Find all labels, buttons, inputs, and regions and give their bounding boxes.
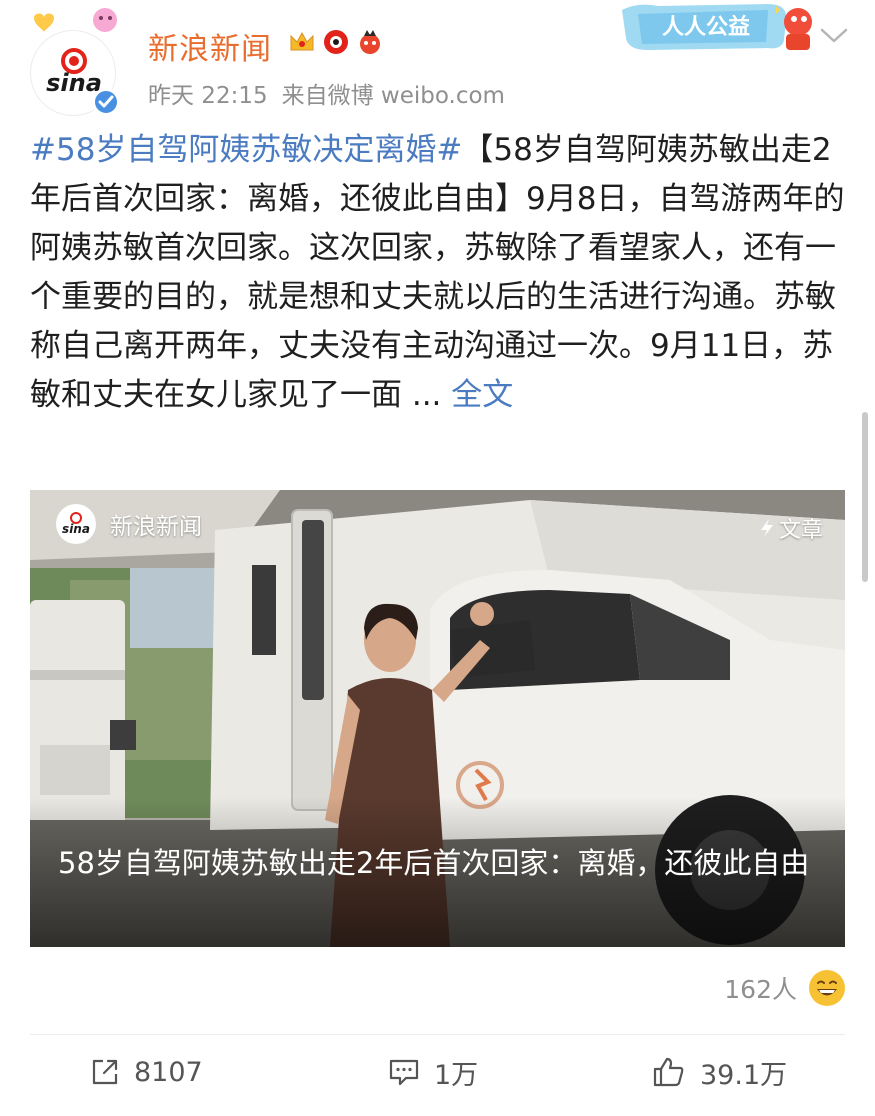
card-type: 文章: [759, 512, 823, 544]
charity-badge[interactable]: 人人公益: [618, 0, 818, 54]
article-card[interactable]: sina 新浪新闻 文章 58岁自驾阿姨苏敏出走2年后首次回家：离婚，还彼此自由: [30, 490, 845, 947]
scrollbar[interactable]: [862, 412, 868, 582]
verified-icon: [92, 88, 120, 116]
card-title: 58岁自驾阿姨苏敏出走2年后首次回家：离婚，还彼此自由: [58, 846, 810, 880]
avatar-logo-text: sina: [46, 69, 102, 97]
chevron-down-icon[interactable]: [818, 24, 850, 46]
ellipsis: ...: [402, 377, 452, 413]
repost-count: 8107: [134, 1056, 203, 1088]
comment-icon: [389, 1059, 419, 1086]
like-icon: [653, 1057, 684, 1087]
vip-icon: [324, 30, 348, 54]
crown-icon: [290, 31, 314, 51]
comment-button[interactable]: 1万: [388, 1046, 478, 1098]
card-type-label: 文章: [778, 518, 823, 543]
hashtag-link[interactable]: #58岁自驾阿姨苏敏决定离婚#: [30, 132, 462, 168]
action-bar: 8107 1万 39.1万: [0, 1046, 875, 1098]
lightning-icon: [760, 519, 773, 537]
post-meta: 昨天 22:15 来自微博 weibo.com: [148, 76, 505, 110]
card-logo-text: sina: [62, 522, 90, 536]
repost-button[interactable]: 8107: [90, 1046, 203, 1098]
grin-emoji-icon: [809, 970, 845, 1006]
post-source: 来自微博 weibo.com: [281, 83, 505, 109]
card-source-name: 新浪新闻: [110, 514, 202, 540]
divider: [30, 1034, 845, 1035]
readers[interactable]: 162人: [724, 970, 845, 1006]
post-body: #58岁自驾阿姨苏敏决定离婚#【58岁自驾阿姨苏敏出走2年后首次回家：离婚，还彼…: [30, 126, 850, 420]
card-source: sina 新浪新闻: [56, 504, 202, 544]
fan-icon: [360, 30, 380, 54]
full-text-link[interactable]: 全文: [451, 377, 513, 413]
comment-count: 1万: [434, 1059, 479, 1091]
card-source-logo: sina: [56, 504, 96, 544]
like-button[interactable]: 39.1万: [652, 1046, 787, 1098]
post-time: 昨天 22:15: [148, 83, 268, 109]
repost-icon: [92, 1059, 118, 1085]
post-body-text: 【58岁自驾阿姨苏敏出走2年后首次回家：离婚，还彼此自由】9月8日，自驾游两年的…: [30, 132, 845, 413]
charity-label: 人人公益: [662, 14, 750, 40]
author-name[interactable]: 新浪新闻: [148, 24, 272, 68]
author-avatar-group[interactable]: sina: [30, 8, 122, 116]
like-count: 39.1万: [700, 1059, 788, 1091]
author-badges: [288, 28, 384, 60]
readers-count: 162人: [724, 975, 797, 1004]
